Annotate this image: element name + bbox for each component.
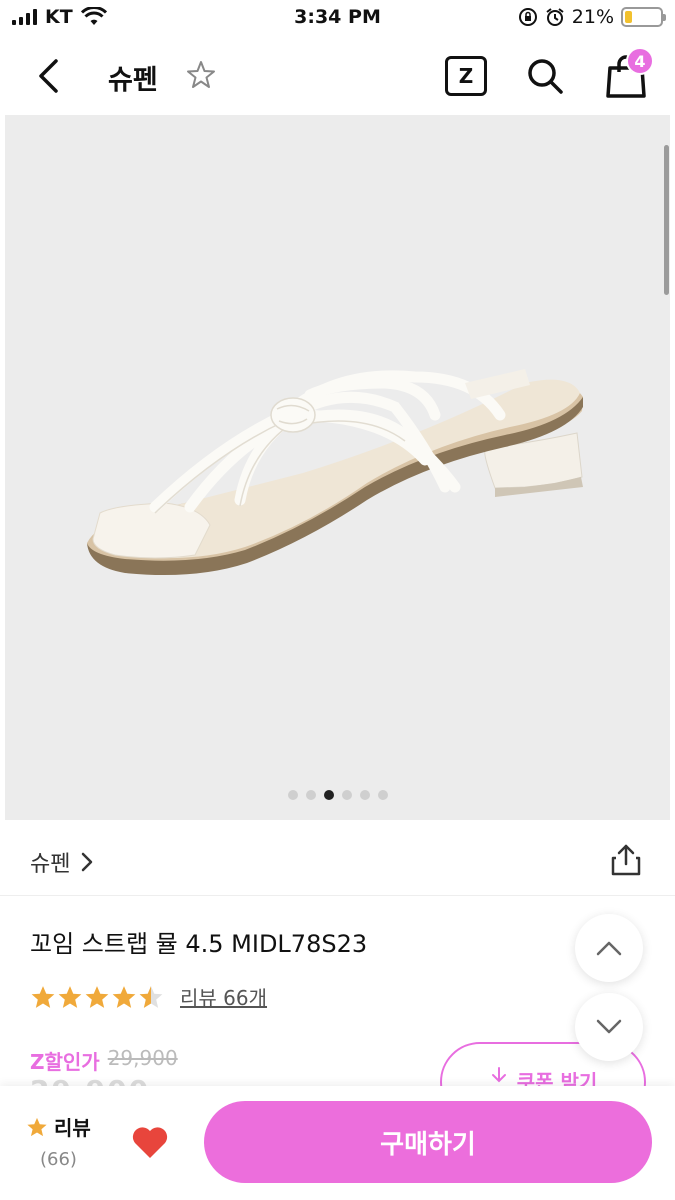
share-icon[interactable] [608,842,644,878]
status-bar: KT 3:34 PM 21% [0,0,675,38]
star-filled-icon [27,1117,47,1136]
back-icon [39,59,58,93]
gallery-dot[interactable] [305,790,316,800]
price-row: Z할인가 29,900 [30,1046,178,1075]
product-name: 꼬임 스트랩 뮬 4.5 MIDL78S23 [30,930,368,958]
buy-button[interactable]: 구매하기 [204,1101,652,1183]
battery-icon [621,7,666,27]
sandal-image [87,369,583,576]
gallery-dot[interactable] [359,790,370,800]
bottom-action-bar: 리뷰 (66) 구매하기 [0,1086,675,1200]
page-title[interactable]: 슈펜 [108,58,158,97]
star-filled-icon [31,985,55,1008]
review-summary[interactable]: 리뷰 (66) [26,1112,91,1170]
brand-row: 슈펜 [0,822,675,896]
download-icon [491,1067,506,1083]
chevron-up-icon [596,941,622,956]
gallery-dot-active[interactable] [323,790,334,800]
lock-rotation-icon [518,8,537,26]
brand-link[interactable]: 슈펜 [30,846,94,878]
scroll-up-button[interactable] [575,914,643,982]
original-price: 29,900 [107,1046,178,1070]
alarm-icon [546,8,564,26]
gallery-pagination[interactable] [0,790,675,800]
battery-percent: 21% [571,6,614,28]
heart-icon[interactable] [130,1124,170,1160]
star-filled-icon [112,985,136,1008]
product-image-gallery[interactable] [5,115,670,820]
back-button[interactable] [28,56,68,96]
brand-name: 슈펜 [30,852,71,877]
scroll-down-button[interactable] [575,993,643,1061]
app-header: 슈펜 Z 4 [0,38,675,114]
chevron-right-icon [82,852,93,872]
rating-stars [30,984,164,1010]
rating-row: 리뷰 66개 [30,982,267,1011]
z-button[interactable]: Z [445,56,487,96]
search-icon[interactable] [524,55,566,97]
review-label: 리뷰 [54,1116,91,1140]
gallery-dot[interactable] [377,790,388,800]
chevron-down-icon [596,1019,622,1034]
review-count-link[interactable]: 리뷰 66개 [180,982,267,1011]
z-price-label: Z할인가 [30,1050,100,1074]
scrollbar[interactable] [664,145,669,295]
star-filled-icon [58,985,82,1008]
star-outline-icon[interactable] [184,58,218,92]
gallery-dot[interactable] [287,790,298,800]
gallery-dot[interactable] [341,790,352,800]
star-filled-icon [85,985,109,1008]
star-half-icon [139,985,163,1008]
review-count: (66) [40,1149,77,1170]
cart-badge: 4 [626,47,654,75]
